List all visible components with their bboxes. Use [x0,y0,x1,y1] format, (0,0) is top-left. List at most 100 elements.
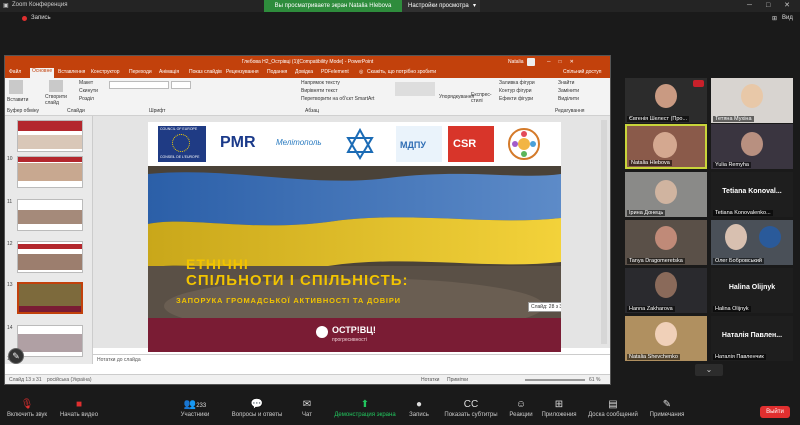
powerpoint-title: Глебова Н2_Острівці (1)[Compatibility Mo… [241,59,374,65]
new-slide-icon[interactable] [49,80,63,92]
tab-transitions[interactable]: Переходи [129,69,152,75]
slide-thumbnail[interactable] [17,199,83,231]
tab-insert[interactable]: Вставлення [58,69,85,75]
slide-number: 10 [7,156,13,162]
shape-effects-button[interactable]: Ефекти фігури [499,96,533,102]
community-emblem-logo [504,126,544,162]
text-direction-button[interactable]: Напрямок тексту [301,80,340,86]
participant-tile[interactable]: Hanna Zakharova [625,268,707,313]
participant-name: Tanya Dragomeretska [627,258,685,264]
slide-thumbnail[interactable] [17,156,83,188]
participant-tile[interactable]: Tetiana Konoval... Tetiana Konovalenko... [711,172,793,217]
view-settings-button[interactable]: Настройки просмотра ▾ [402,0,480,12]
tab-view[interactable]: Подання [267,69,287,75]
view-label[interactable]: Вид [782,15,793,21]
paste-icon[interactable] [9,80,23,94]
slide-thumbnail-selected[interactable] [17,282,83,314]
slide-thumbnail[interactable] [17,325,83,357]
participants-icon: 👥233 [183,399,207,410]
recording-row: Запись ⊞ Вид [0,12,800,28]
powerpoint-user: Natalia [508,59,524,65]
slide-tooltip: Слайд: 28 з 31 [528,302,561,312]
tab-slideshow[interactable]: Показ слайдів [189,69,222,75]
participant-name: Tetiana Konovalenko... [713,210,773,216]
smartart-button[interactable]: Перетворити на обʼєкт SmartArt [301,96,374,102]
zoom-slider[interactable] [525,379,585,381]
participants-button[interactable]: 👥233 Участники [160,398,230,418]
zoom-level[interactable]: 61 % [589,375,600,385]
language-status[interactable]: російська (Україна) [47,375,92,385]
participant-tile-active-speaker[interactable]: Natalia Hlebova [625,124,707,169]
ribbon: Вставити Буфер обміну Створити слайд Сла… [5,78,610,116]
window-title: Zoom Конференция [12,2,68,8]
reset-button[interactable]: Скинути [79,88,98,94]
tab-animations[interactable]: Анімація [159,69,179,75]
current-slide[interactable]: COUNCIL OF EUROPE CONSEIL DE L'EUROPE PM… [148,122,561,352]
participant-tile[interactable]: Halina Olijnyk Halina Olijnyk [711,268,793,313]
notes-pane[interactable]: Нотатки до слайда [93,354,610,364]
pmr-logo: PMR [220,134,256,151]
tab-design[interactable]: Конструктор [91,69,120,75]
align-text-button[interactable]: Вирівняти текст [301,88,338,94]
new-slide-button[interactable]: Створити слайд [45,94,73,106]
notes-toggle[interactable]: Нотатки [421,375,439,385]
quick-styles-button[interactable]: Експрес-стилі [471,92,497,104]
participant-tile[interactable]: Олег Бобровський [711,220,793,265]
participant-logo [759,226,781,248]
participant-tile[interactable]: Tanya Dragomeretska [625,220,707,265]
tab-review[interactable]: Рецензування [226,69,259,75]
slide-thumbnail[interactable] [17,120,83,152]
window-controls[interactable]: ─ □ ✕ [747,0,796,12]
mdpu-logo: МДПУ [396,126,442,162]
participant-tile[interactable]: Natalia Shevchenko [625,316,707,361]
slide-scrollbar[interactable] [601,120,607,344]
participant-name: Yulia Remyha [713,162,751,168]
csr-logo: CSR [448,126,494,162]
participant-name: Тетяна Мухіна [713,116,754,122]
gallery-next-chevron-icon[interactable]: ⌄ [695,364,723,376]
participant-tile[interactable]: Євгенія Шелест (Про... [625,78,707,123]
share-doc-button[interactable]: Спільний доступ [563,69,601,75]
shape-fill-button[interactable]: Заливка фігури [499,80,535,86]
font-group: Шрифт [149,108,166,114]
tab-file[interactable]: Файл [9,69,21,75]
comments-toggle[interactable]: Примітки [447,375,468,385]
participant-name: Natalia Hlebova [629,160,672,166]
ppt-window-controls[interactable]: ─□✕ [547,56,582,68]
font-size-select[interactable] [171,81,191,89]
clipboard-group: Буфер обміну [7,108,40,114]
participant-tile[interactable]: Yulia Remyha [711,124,793,169]
participant-video [655,180,677,204]
participant-tile[interactable]: Ірина Донець [625,172,707,217]
replace-button[interactable]: Замінити [558,88,579,94]
layout-button[interactable]: Макет [79,80,93,86]
tell-me-input[interactable]: Скажіть, що потрібно зробити [367,69,436,75]
participant-tile[interactable]: Наталія Павлен... Наталія Павленчик [711,316,793,361]
section-button[interactable]: Розділ [79,96,94,102]
slide-thumbnail[interactable] [17,241,83,273]
participant-tile[interactable]: Тетяна Мухіна [711,78,793,123]
share-banner: Вы просматриваете экран Natalia Hlebova [264,0,402,12]
notes-button[interactable]: ✎ Примечания [632,398,702,418]
chevron-down-icon: ▾ [472,3,476,9]
view-icon[interactable]: ⊞ [772,15,777,22]
tab-help[interactable]: Довідка [295,69,313,75]
tab-pdfelement[interactable]: PDFelement [321,69,349,75]
logo-strip: COUNCIL OF EUROPE CONSEIL DE L'EUROPE PM… [148,122,561,166]
brand-logo-icon [316,326,328,338]
find-button[interactable]: Знайти [558,80,574,86]
shape-outline-button[interactable]: Контур фігури [499,88,531,94]
tab-home[interactable]: Основне [30,68,55,78]
shapes-gallery[interactable] [395,82,435,96]
arrange-button[interactable]: Упорядкування [439,94,474,100]
paste-button[interactable]: Вставити [7,97,28,103]
brand-tagline: прогресивності [332,337,368,343]
participant-name: Наталія Павленчик [713,354,766,360]
annotate-pen-icon[interactable]: ✎ [8,348,24,364]
select-button[interactable]: Виділити [558,96,579,102]
leave-button[interactable]: Выйти [760,406,790,418]
start-video-button[interactable]: ■ Начать видео [44,398,114,418]
notes-icon: ✎ [662,399,672,410]
zoom-logo-icon: ▣ [3,3,9,9]
font-name-select[interactable] [109,81,169,89]
